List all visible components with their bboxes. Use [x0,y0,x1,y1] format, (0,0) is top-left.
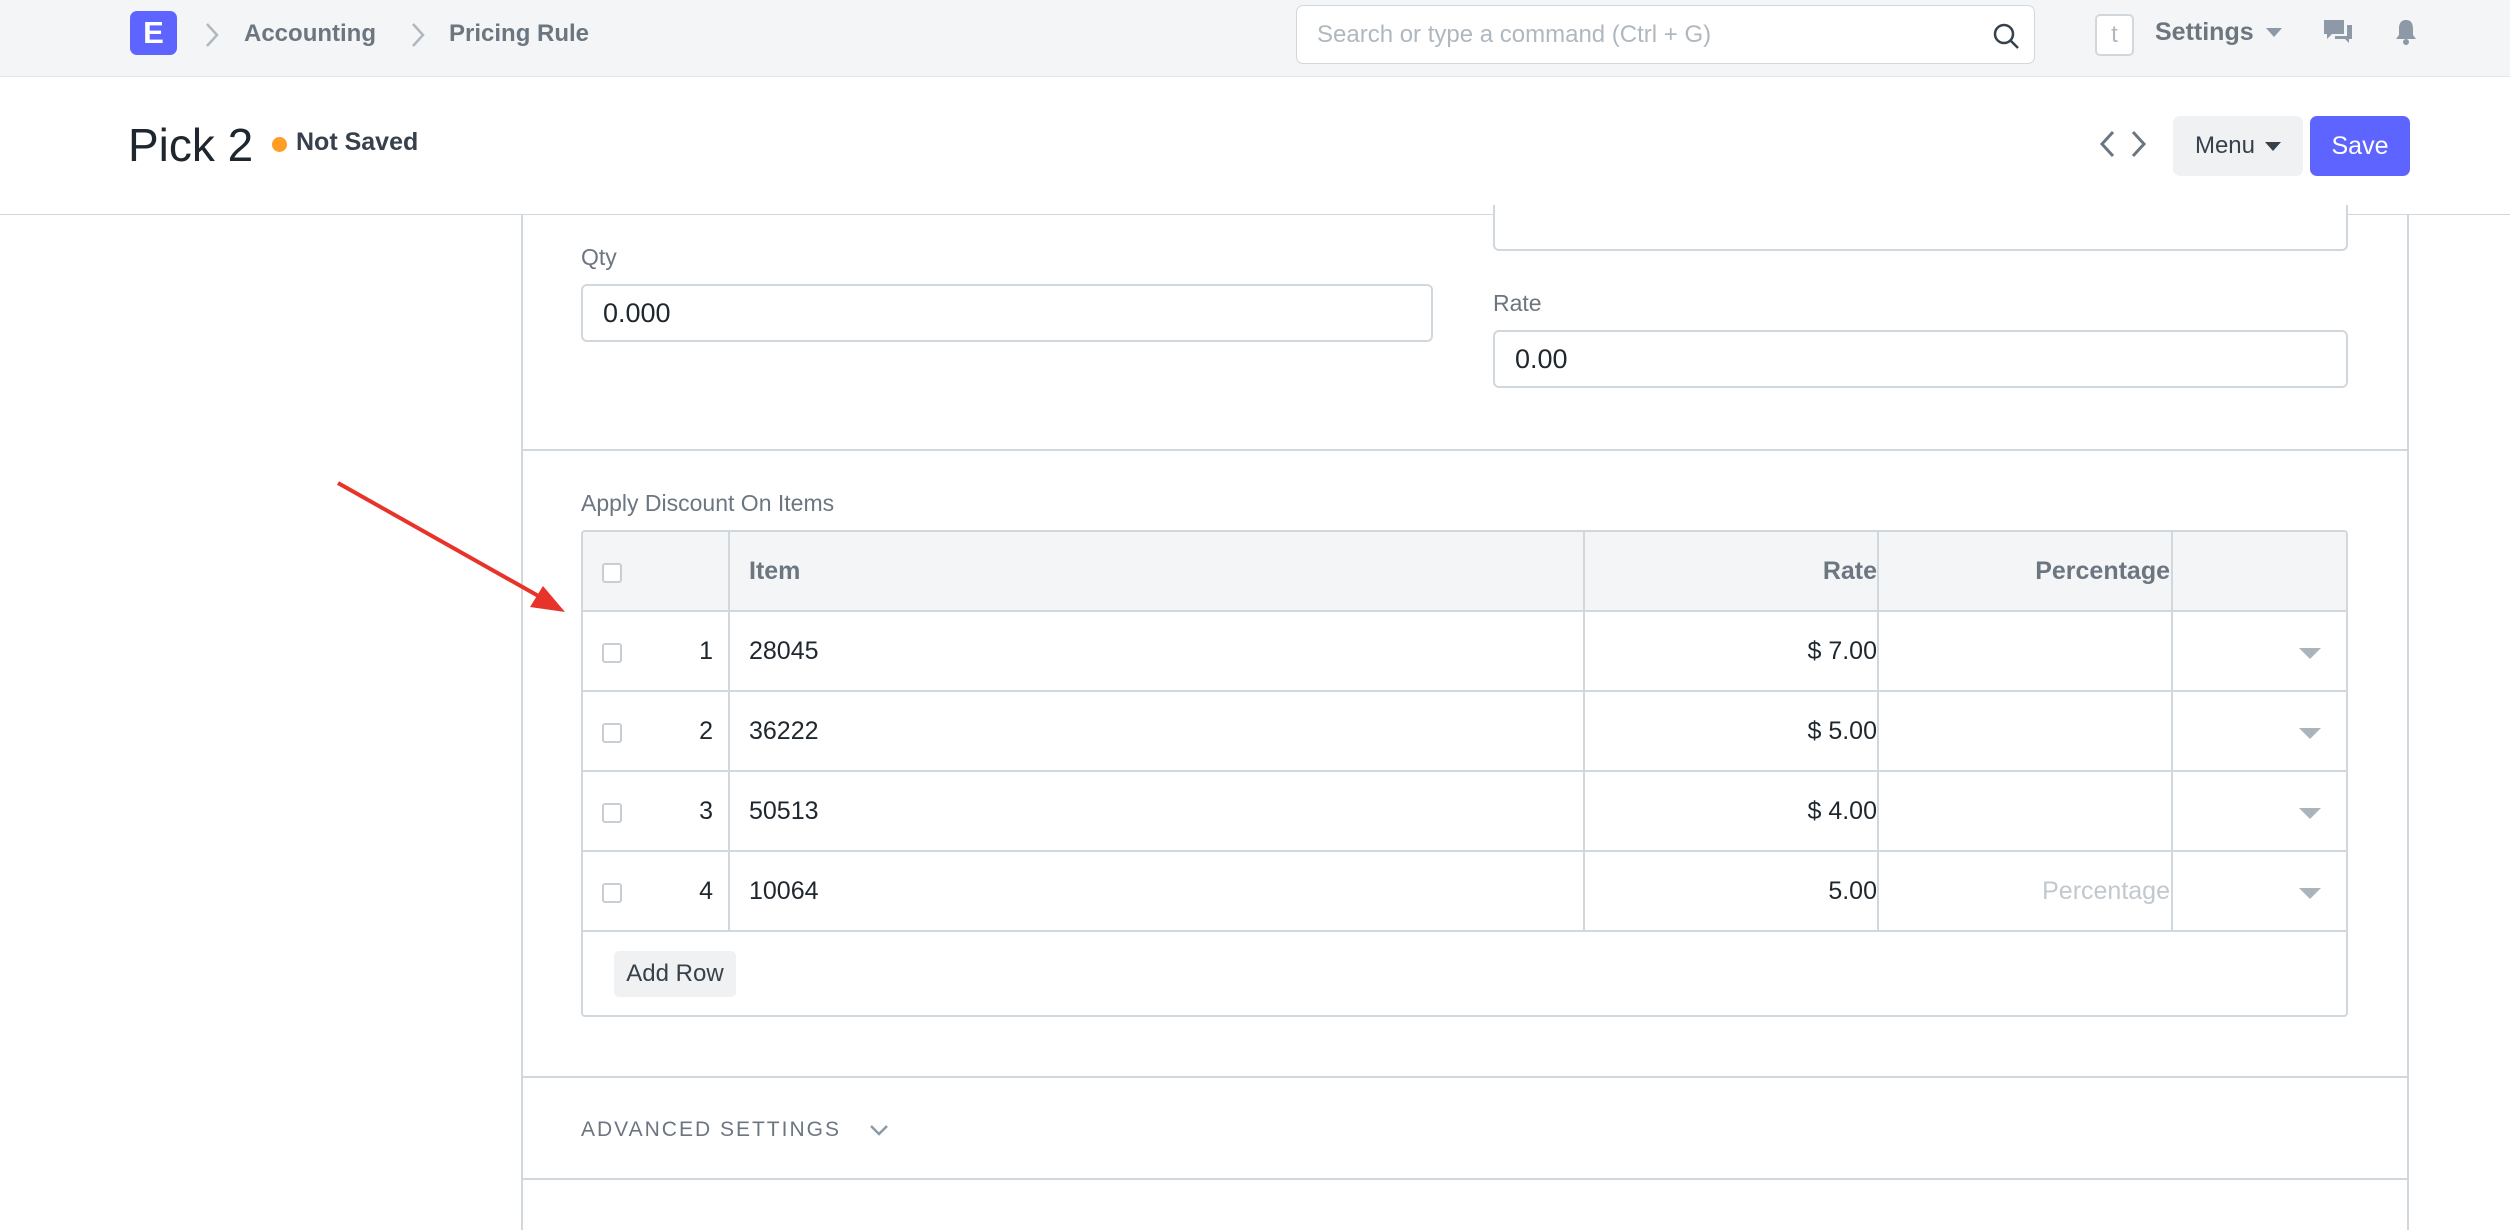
item-cell[interactable]: 10064 [749,852,819,930]
column-header-rate: Rate [1822,556,1877,585]
chat-icon[interactable] [2322,18,2354,46]
row-index: 1 [699,636,713,665]
app-logo[interactable]: E [130,11,177,55]
rate-cell[interactable]: 5.00 [1593,852,1877,930]
row-checkbox[interactable] [602,723,622,743]
avatar[interactable]: t [2095,14,2134,56]
advanced-settings-label: ADVANCED SETTINGS [581,1118,841,1141]
navbar: E Accounting Pricing Rule t Settings [0,0,2510,77]
percentage-cell[interactable]: Percentage [1887,852,2170,930]
rate-cell[interactable]: $ 7.00 [1593,612,1877,690]
row-index: 4 [699,876,713,905]
add-row-button[interactable]: Add Row [614,951,736,997]
rate-field[interactable]: 0.00 [1493,330,2348,388]
settings-dropdown[interactable]: Settings [2155,18,2282,47]
caret-down-icon [2265,28,2282,37]
settings-label: Settings [2155,18,2254,46]
search-box[interactable] [1296,5,2035,64]
save-button[interactable]: Save [2310,116,2410,176]
annotation-arrow-icon [337,481,565,612]
status-indicator-dot [272,137,287,152]
bell-icon[interactable] [2394,18,2418,46]
row-index: 2 [699,716,713,745]
chevron-right-icon [412,23,425,47]
menu-button[interactable]: Menu [2173,116,2303,176]
row-edit-dropdown-icon[interactable] [2299,808,2321,819]
rate-label: Rate [1493,290,1542,316]
percentage-cell[interactable] [1887,692,2170,770]
discount-items-table: Item Rate Percentage 1 28045 $ 7.00 2 36… [581,530,2348,1017]
row-edit-dropdown-icon[interactable] [2299,648,2321,659]
percentage-cell[interactable] [1887,772,2170,850]
cut-off-field[interactable] [1493,205,2348,251]
item-cell[interactable]: 28045 [749,612,819,690]
advanced-settings-toggle[interactable]: ADVANCED SETTINGS [581,1118,889,1142]
row-checkbox[interactable] [602,803,622,823]
chevron-right-icon [206,23,219,47]
breadcrumb-accounting[interactable]: Accounting [244,20,376,48]
status-badge: Not Saved [296,128,419,156]
select-all-checkbox[interactable] [602,563,622,583]
row-checkbox[interactable] [602,643,622,663]
row-checkbox[interactable] [602,883,622,903]
section-divider [521,1076,2409,1078]
column-header-item: Item [749,556,801,585]
breadcrumb-pricing-rule[interactable]: Pricing Rule [449,20,589,48]
qty-field[interactable]: 0.000 [581,284,1433,342]
menu-button-label: Menu [2194,132,2256,159]
column-header-percentage: Percentage [2035,556,2170,585]
caret-down-icon [2265,141,2282,151]
page-head: Pick 2 Not Saved Menu Save [0,78,2510,215]
page-title: Pick 2 [128,119,254,171]
qty-label: Qty [581,244,617,270]
table-row[interactable]: 2 36222 $ 5.00 [583,692,2346,772]
search-input[interactable] [1317,6,1997,63]
item-cell[interactable]: 50513 [749,772,819,850]
chevron-down-icon [870,1125,888,1136]
search-icon[interactable] [1992,22,2020,50]
table-row[interactable]: 3 50513 $ 4.00 [583,772,2346,852]
table-row[interactable]: 4 10064 5.00 Percentage [583,852,2346,932]
section-divider [521,449,2409,451]
rate-cell[interactable]: $ 5.00 [1593,692,1877,770]
item-cell[interactable]: 36222 [749,692,819,770]
section-divider [521,1178,2409,1180]
table-row[interactable]: 1 28045 $ 7.00 [583,612,2346,692]
previous-record-icon[interactable] [2097,128,2117,160]
table-header-row: Item Rate Percentage [583,532,2346,612]
percentage-cell[interactable] [1887,612,2170,690]
row-edit-dropdown-icon[interactable] [2299,888,2321,899]
next-record-icon[interactable] [2129,128,2149,160]
row-index: 3 [699,796,713,825]
row-edit-dropdown-icon[interactable] [2299,728,2321,739]
rate-cell[interactable]: $ 4.00 [1593,772,1877,850]
table-label: Apply Discount On Items [581,490,835,516]
